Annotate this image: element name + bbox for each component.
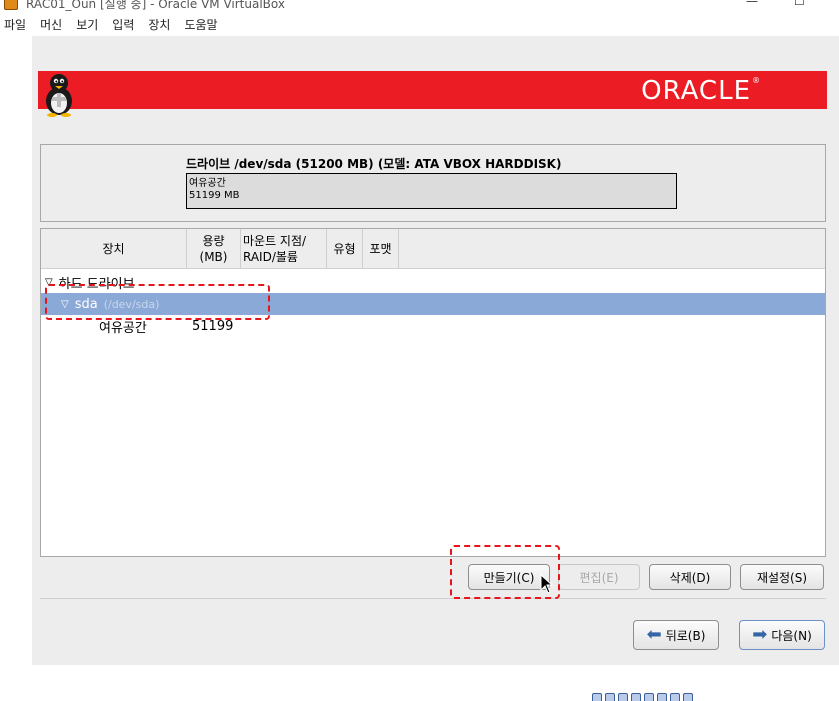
oracle-logo-text: ORACLE [641, 76, 751, 106]
vm-display: ORACLE® 드라이브 /dev/sda (51200 MB) (모델: AT… [32, 36, 839, 665]
free-space-size: 51199 MB [189, 190, 240, 201]
virtualbox-icon [4, 0, 18, 10]
table-header: 장치 용량 (MB) 마운트 지점/ RAID/볼륨 유형 포맷 [41, 229, 825, 269]
column-mountpoint[interactable]: 마운트 지점/ RAID/볼륨 [241, 229, 327, 269]
annotation-box-sda [45, 284, 270, 320]
column-type[interactable]: 유형 [327, 229, 363, 269]
row-size: 51199 [192, 318, 234, 334]
tux-penguin-icon [46, 74, 72, 117]
next-button[interactable]: ➡ 다음(N) [739, 620, 825, 650]
menu-input[interactable]: 입력 [112, 16, 134, 33]
edit-button[interactable]: 편집(E) [558, 564, 640, 590]
mouse-cursor-icon [540, 574, 554, 594]
free-space-label: 여유공간 [189, 178, 226, 189]
host-menu-bar: 파일 머신 보기 입력 장치 도움말 [0, 13, 839, 35]
reset-button[interactable]: 재설정(S) [740, 564, 824, 590]
column-format[interactable]: 포맷 [363, 229, 399, 269]
oracle-banner: ORACLE® [38, 71, 827, 117]
status-hdd-icon[interactable] [592, 693, 602, 701]
delete-button[interactable]: 삭제(D) [649, 564, 731, 590]
back-button[interactable]: ⬅ 뒤로(B) [633, 620, 719, 650]
next-button-label: 다음(N) [771, 628, 812, 643]
host-status-bar [592, 693, 696, 701]
status-network-icon[interactable] [631, 693, 641, 701]
minimize-button[interactable]: — [746, 0, 758, 8]
status-display-icon[interactable] [670, 693, 680, 701]
status-cd-icon[interactable] [605, 693, 615, 701]
menu-devices[interactable]: 장치 [148, 16, 170, 33]
menu-help[interactable]: 도움말 [184, 16, 217, 33]
status-shared-folder-icon[interactable] [657, 693, 667, 701]
column-size[interactable]: 용량 (MB) [187, 229, 241, 269]
status-usb-icon[interactable] [644, 693, 654, 701]
oracle-reg-mark: ® [752, 76, 761, 85]
back-button-label: 뒤로(B) [665, 628, 706, 643]
drive-info-panel: 드라이브 /dev/sda (51200 MB) (모델: ATA VBOX H… [40, 144, 826, 222]
separator [40, 598, 826, 599]
device-table[interactable]: 장치 용량 (MB) 마운트 지점/ RAID/볼륨 유형 포맷 ▽ 하드 드라… [40, 228, 826, 557]
arrow-right-icon: ➡ [752, 624, 768, 645]
menu-machine[interactable]: 머신 [40, 16, 62, 33]
arrow-left-icon: ⬅ [646, 624, 662, 645]
status-audio-icon[interactable] [618, 693, 628, 701]
drive-usage-bar: 여유공간 51199 MB [186, 173, 677, 209]
menu-view[interactable]: 보기 [76, 16, 98, 33]
oracle-logo: ORACLE® [641, 76, 761, 106]
host-title-bar: RAC01_Oun [실행 중] - Oracle VM VirtualBox … [0, 0, 839, 12]
status-capture-icon[interactable] [683, 693, 693, 701]
drive-title: 드라이브 /dev/sda (51200 MB) (모델: ATA VBOX H… [186, 157, 562, 171]
column-device[interactable]: 장치 [41, 229, 187, 269]
maximize-button[interactable]: ☐ [794, 0, 805, 8]
window-title: RAC01_Oun [실행 중] - Oracle VM VirtualBox [26, 0, 285, 11]
menu-file[interactable]: 파일 [4, 16, 26, 33]
